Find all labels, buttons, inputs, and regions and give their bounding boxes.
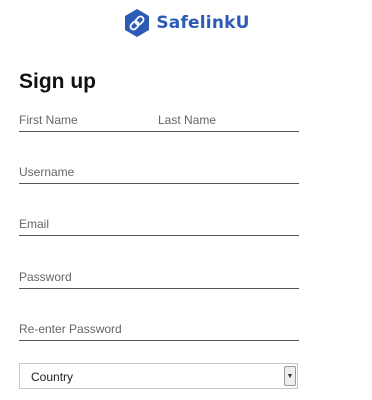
password-field[interactable]: [19, 266, 299, 289]
chevron-down-icon[interactable]: ▼: [284, 366, 296, 386]
country-select[interactable]: Country ▼: [19, 363, 298, 389]
name-row: [19, 109, 299, 132]
brand-logo: SafelinkU: [0, 8, 372, 38]
page-title: Sign up: [19, 70, 96, 93]
brand-name: SafelinkU: [156, 13, 250, 33]
country-select-value: Country: [31, 370, 74, 384]
link-icon: [125, 9, 150, 37]
last-name-field[interactable]: [158, 109, 299, 131]
reenter-password-field[interactable]: [19, 318, 299, 341]
username-field[interactable]: [19, 161, 299, 184]
email-field[interactable]: [19, 213, 299, 236]
first-name-field[interactable]: [19, 109, 158, 131]
